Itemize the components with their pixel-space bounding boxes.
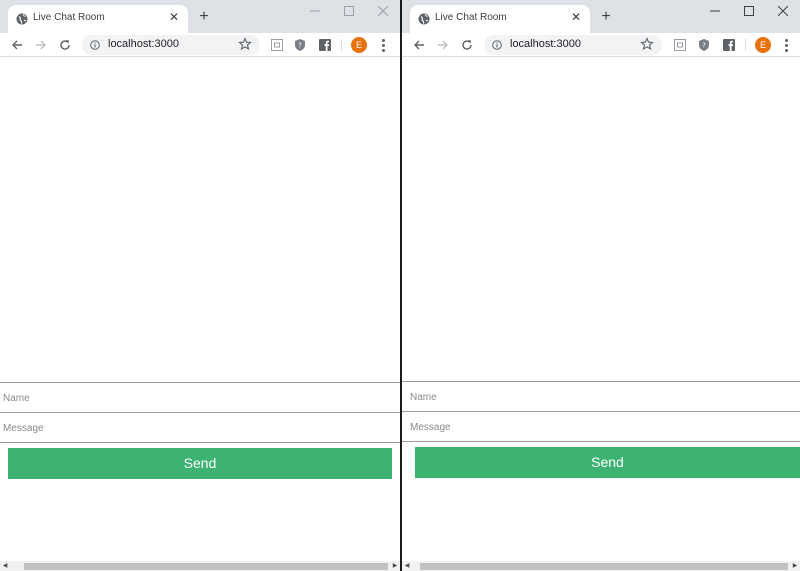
plus-icon[interactable]: + [598,9,614,25]
messages-area [0,58,400,382]
message-input[interactable] [0,413,400,443]
chat-page: Send [402,58,800,561]
facebook-icon[interactable] [722,38,736,52]
browser-toolbar: localhost:3000 ? E [402,33,800,57]
reload-icon[interactable] [459,37,475,53]
extension-icon[interactable] [673,38,687,52]
browser-toolbar: localhost:3000 ? E [0,33,400,57]
toolbar-separator [745,39,746,51]
messages-area [402,58,800,382]
back-icon[interactable] [9,37,25,53]
tab-title: Live Chat Room [33,12,105,23]
url-text: localhost:3000 [108,38,179,50]
maximize-icon[interactable] [332,0,366,22]
horizontal-scrollbar[interactable]: ◀ ▶ [0,561,400,571]
close-window-icon[interactable] [766,0,800,22]
info-icon [492,40,502,50]
plus-icon[interactable]: + [196,9,212,25]
send-button[interactable]: Send [8,448,392,479]
close-window-icon[interactable] [366,0,400,22]
send-button[interactable]: Send [415,447,800,478]
globe-icon [16,13,28,25]
close-icon[interactable]: ✕ [166,9,182,25]
url-text: localhost:3000 [510,38,581,50]
message-input[interactable] [402,412,800,442]
scroll-right-icon[interactable]: ▶ [790,561,800,571]
address-bar[interactable]: localhost:3000 [484,35,662,55]
forward-icon[interactable] [33,37,49,53]
address-bar[interactable]: localhost:3000 [82,35,260,55]
menu-icon[interactable] [378,37,388,53]
scroll-left-icon[interactable]: ◀ [402,561,412,571]
name-input[interactable] [0,383,400,413]
browser-window-right: Live Chat Room ✕ + localhost:3000 ? E Na… [402,0,800,571]
chat-page: Send [0,58,400,561]
forward-icon[interactable] [435,37,451,53]
divider-line [0,442,400,443]
scroll-right-icon[interactable]: ▶ [390,561,400,571]
minimize-icon[interactable] [698,0,732,22]
reload-icon[interactable] [57,37,73,53]
browser-window-left: Live Chat Room ✕ + localhost:3000 ? E Na… [0,0,400,571]
shield-icon[interactable]: ? [697,38,711,52]
extension-icon[interactable] [270,38,284,52]
svg-text:?: ? [702,42,706,50]
avatar[interactable]: E [351,37,367,53]
tab-strip: Live Chat Room ✕ + [0,0,400,33]
svg-text:?: ? [298,42,302,50]
star-icon[interactable] [640,37,654,51]
horizontal-scrollbar[interactable]: ◀ ▶ [402,561,800,571]
close-icon[interactable]: ✕ [568,9,584,25]
name-input[interactable] [402,382,800,412]
info-icon [90,40,100,50]
maximize-icon[interactable] [732,0,766,22]
scrollbar-thumb[interactable] [420,563,788,570]
globe-icon [418,13,430,25]
tab-strip: Live Chat Room ✕ + [402,0,800,33]
menu-icon[interactable] [781,37,791,53]
tab-title: Live Chat Room [435,12,507,23]
scrollbar-thumb[interactable] [24,563,388,570]
window-controls [298,0,400,22]
tab-live-chat-room[interactable]: Live Chat Room ✕ [8,5,188,33]
minimize-icon[interactable] [298,0,332,22]
back-icon[interactable] [411,37,427,53]
avatar[interactable]: E [755,37,771,53]
tab-live-chat-room[interactable]: Live Chat Room ✕ [410,5,590,33]
window-controls [698,0,800,22]
toolbar-separator [341,39,342,51]
star-icon[interactable] [238,37,252,51]
shield-icon[interactable]: ? [293,38,307,52]
scroll-left-icon[interactable]: ◀ [0,561,10,571]
divider-line [402,441,800,442]
facebook-icon[interactable] [318,38,332,52]
